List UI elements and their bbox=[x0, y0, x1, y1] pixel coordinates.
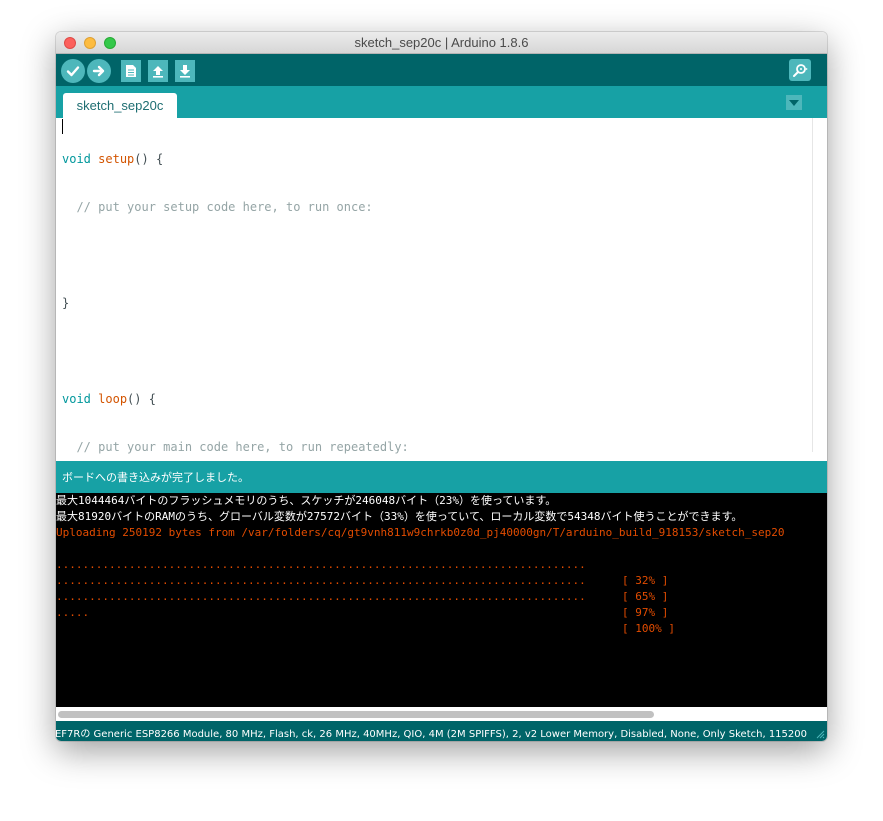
code-line: void loop() { bbox=[62, 392, 156, 406]
status-message: ボードへの書き込みが完了しました。 bbox=[62, 471, 249, 484]
window-title: sketch_sep20c | Arduino 1.8.6 bbox=[354, 35, 529, 50]
comment: // put your setup code here, to run once… bbox=[62, 200, 373, 214]
keyword: void bbox=[62, 152, 91, 166]
magnifier-icon bbox=[793, 64, 808, 77]
tab-bar: sketch_sep20c bbox=[56, 86, 827, 118]
open-button[interactable] bbox=[148, 60, 168, 82]
keyword: void bbox=[62, 392, 91, 406]
console-horizontal-scrollbar[interactable] bbox=[56, 707, 827, 721]
console-output[interactable]: 最大1044464バイトのフラッシュメモリのうち、スケッチが246048バイト（… bbox=[56, 493, 827, 707]
scrollbar-thumb[interactable] bbox=[58, 711, 654, 718]
progress-percent: [ 100% ] bbox=[622, 622, 675, 635]
text-caret bbox=[62, 119, 63, 134]
progress-line: ........................................… bbox=[56, 557, 827, 603]
tab-sketch[interactable]: sketch_sep20c bbox=[63, 93, 177, 118]
save-button[interactable] bbox=[175, 60, 195, 82]
board-info-bar: al-A601EF7Rの Generic ESP8266 Module, 80 … bbox=[56, 721, 827, 741]
progress-line: ........................................… bbox=[56, 541, 827, 587]
arduino-window: sketch_sep20c | Arduino 1.8.6 sketch_sep… bbox=[56, 32, 827, 741]
arrow-right-icon bbox=[92, 65, 105, 77]
status-bar: ボードへの書き込みが完了しました。 bbox=[56, 461, 827, 493]
progress-dots: ..... bbox=[56, 606, 90, 619]
console-line: 最大1044464バイトのフラッシュメモリのうち、スケッチが246048バイト（… bbox=[56, 494, 557, 507]
code-line: // put your setup code here, to run once… bbox=[62, 199, 409, 215]
title-bar[interactable]: sketch_sep20c | Arduino 1.8.6 bbox=[56, 32, 827, 54]
checkmark-icon bbox=[66, 66, 80, 77]
comment: // put your main code here, to run repea… bbox=[62, 440, 409, 454]
arrow-up-icon bbox=[153, 66, 163, 78]
progress-line: ........................................… bbox=[56, 573, 827, 619]
function-name: loop bbox=[98, 392, 128, 406]
new-file-icon bbox=[126, 65, 136, 77]
code-line: } bbox=[62, 296, 70, 310]
progress-percent: [ 97% ] bbox=[622, 606, 669, 619]
console-line: Uploading 250192 bytes from /var/folders… bbox=[56, 526, 785, 539]
function-name: setup bbox=[98, 152, 135, 166]
editor-scrollbar[interactable] bbox=[812, 118, 827, 452]
arrow-down-icon bbox=[180, 65, 190, 78]
board-info: al-A601EF7Rの Generic ESP8266 Module, 80 … bbox=[56, 729, 807, 740]
triangle-down-icon bbox=[789, 99, 799, 106]
toolbar bbox=[56, 54, 827, 86]
code-line: void setup() { bbox=[62, 152, 164, 166]
tab-menu-button[interactable] bbox=[786, 95, 802, 110]
verify-button[interactable] bbox=[61, 59, 85, 83]
serial-monitor-button[interactable] bbox=[789, 59, 811, 81]
code-line: // put your main code here, to run repea… bbox=[62, 439, 409, 455]
code-editor[interactable]: void setup() { // put your setup code he… bbox=[56, 118, 827, 550]
new-button[interactable] bbox=[121, 60, 141, 82]
resize-grip-icon[interactable] bbox=[815, 729, 825, 739]
upload-button[interactable] bbox=[87, 59, 111, 83]
console-line: 最大81920バイトのRAMのうち、グローバル変数が27572バイト（33%）を… bbox=[56, 510, 743, 523]
progress-line: ..... [ 100% ] bbox=[56, 589, 827, 635]
